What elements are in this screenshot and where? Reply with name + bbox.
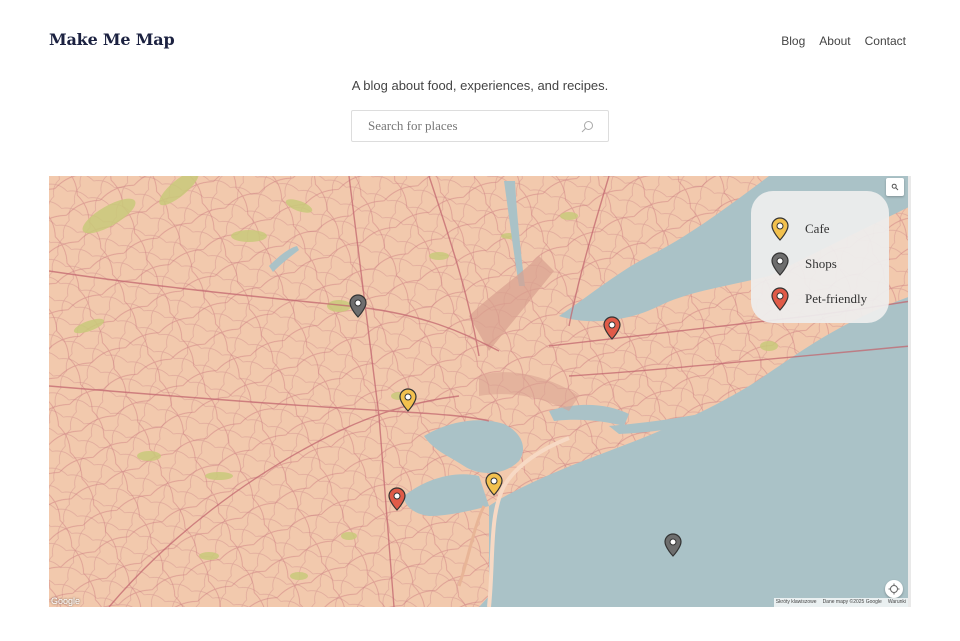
site-title[interactable]: Make Me Map <box>49 30 175 49</box>
crosshair-icon <box>888 583 900 595</box>
map-legend: Cafe Shops Pet-friendly <box>751 191 889 323</box>
legend-label: Shops <box>805 255 837 271</box>
search-icon[interactable] <box>581 120 594 133</box>
magnifier-icon <box>891 183 899 191</box>
legend-item-cafe[interactable]: Cafe <box>771 211 889 246</box>
map-locate-button[interactable] <box>885 580 903 598</box>
map-pin-shops[interactable] <box>664 533 682 557</box>
keyboard-shortcuts-link[interactable]: Skróty klawiszowe <box>776 598 817 607</box>
nav-about[interactable]: About <box>819 34 850 48</box>
map-pin-cafe[interactable] <box>399 388 417 412</box>
site-header: Make Me Map Blog About Contact <box>49 30 906 54</box>
map-pin-shops[interactable] <box>349 294 367 318</box>
main-nav: Blog About Contact <box>781 34 906 48</box>
legend-label: Cafe <box>805 220 830 236</box>
map-pin-icon <box>771 251 789 276</box>
map-pin-pet-friendly[interactable] <box>388 487 406 511</box>
map-data-credit: Dane mapy ©2025 Google <box>822 599 882 605</box>
terms-link[interactable]: Warunki <box>888 598 906 607</box>
map-pin-icon <box>771 286 789 311</box>
search-box <box>351 110 609 142</box>
nav-blog[interactable]: Blog <box>781 34 805 48</box>
map-zoom-button[interactable] <box>886 178 904 196</box>
google-logo[interactable]: Google <box>51 596 80 606</box>
map-view[interactable]: Cafe Shops Pet-friendly Google Skróty kl… <box>49 176 911 607</box>
legend-item-pet-friendly[interactable]: Pet-friendly <box>771 281 889 316</box>
legend-label: Pet-friendly <box>805 290 868 306</box>
legend-item-shops[interactable]: Shops <box>771 246 889 281</box>
map-pin-pet-friendly[interactable] <box>603 316 621 340</box>
nav-contact[interactable]: Contact <box>865 34 906 48</box>
site-tagline: A blog about food, experiences, and reci… <box>351 78 609 93</box>
map-attribution: Skróty klawiszowe Dane mapy ©2025 Google… <box>773 598 908 607</box>
search-input[interactable] <box>352 111 572 141</box>
map-pin-cafe[interactable] <box>485 472 503 496</box>
map-pin-icon <box>771 216 789 241</box>
